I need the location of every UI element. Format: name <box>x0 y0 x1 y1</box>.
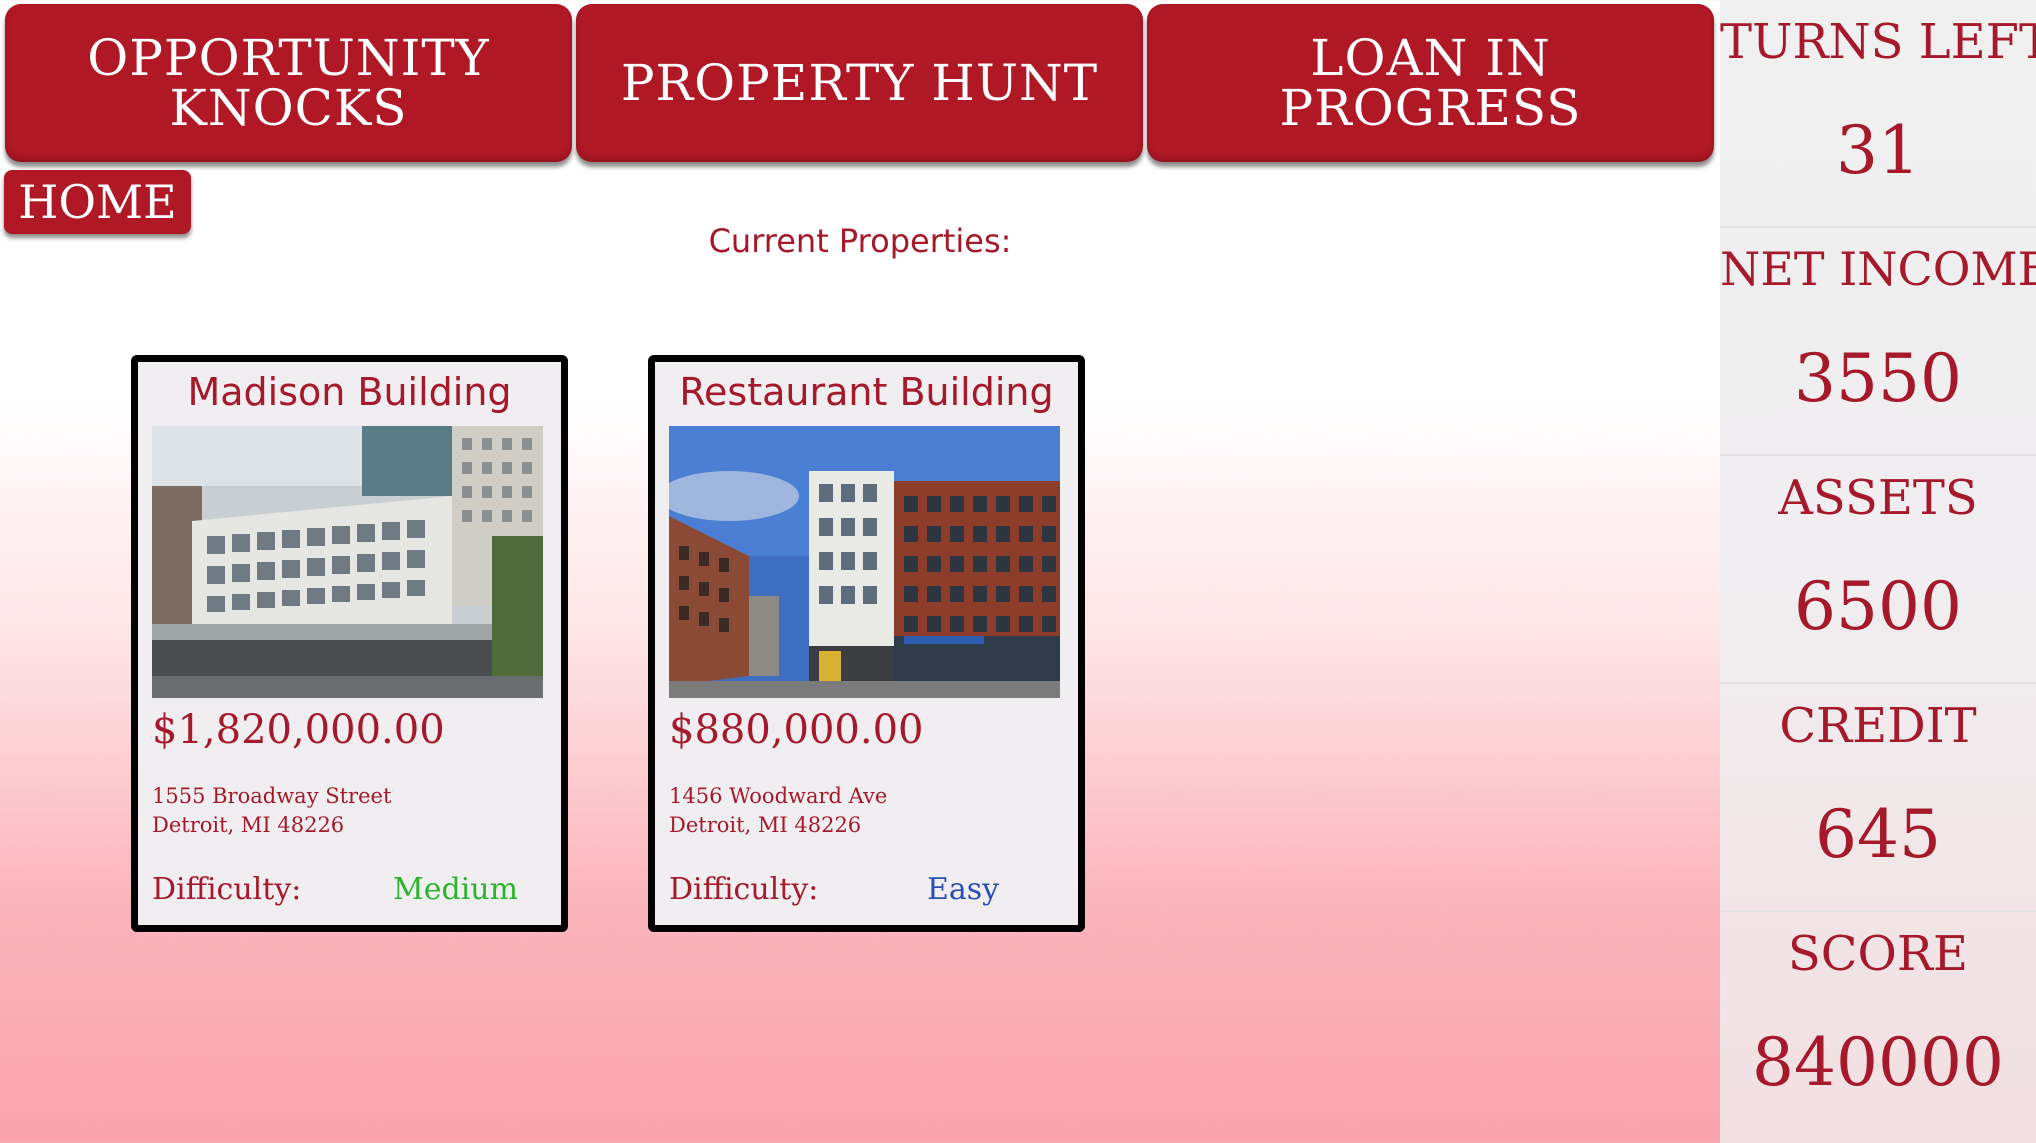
property-price: $880,000.00 <box>669 707 924 753</box>
stat-assets: ASSETS 6500 <box>1720 456 2036 684</box>
stat-score: SCORE 840000 <box>1720 912 2036 1140</box>
tab-loan-in-progress[interactable]: LOAN IN PROGRESS <box>1147 4 1714 162</box>
property-photo <box>669 426 1060 698</box>
stat-label: NET INCOME <box>1720 242 2036 296</box>
difficulty-label: Difficulty: <box>669 872 819 907</box>
tab-property-hunt-label: PROPERTY HUNT <box>620 54 1099 112</box>
tab-opportunity-knocks-label: OPPORTUNITY KNOCKS <box>87 29 490 137</box>
stat-credit: CREDIT 645 <box>1720 684 2036 912</box>
stat-value: 840000 <box>1752 1024 2004 1101</box>
home-button-label: HOME <box>18 175 177 229</box>
stat-label: TURNS LEFT <box>1720 14 2036 70</box>
property-name: Madison Building <box>187 370 512 414</box>
property-card[interactable]: Restaurant Building $880,000.00 1456 Woo… <box>648 355 1085 932</box>
property-address-line2: Detroit, MI 48226 <box>669 813 862 837</box>
property-address: 1555 Broadway Street Detroit, MI 48226 <box>152 782 391 840</box>
stat-turns-left: TURNS LEFT 31 <box>1720 0 2036 228</box>
stat-value: 6500 <box>1794 568 1962 645</box>
stat-value: 31 <box>1836 112 1920 189</box>
property-photo <box>152 426 543 698</box>
property-address: 1456 Woodward Ave Detroit, MI 48226 <box>669 782 887 840</box>
difficulty-value: Medium <box>393 872 519 907</box>
property-address-line1: 1456 Woodward Ave <box>669 784 888 808</box>
difficulty-value: Easy <box>927 872 1000 907</box>
property-card[interactable]: Madison Building $1,820,000.00 1555 Broa… <box>131 355 568 932</box>
stat-value: 645 <box>1815 796 1941 873</box>
stat-net-income: NET INCOME 3550 <box>1720 228 2036 456</box>
stats-panel: TURNS LEFT 31 NET INCOME 3550 ASSETS 650… <box>1720 0 2036 1143</box>
property-name: Restaurant Building <box>679 370 1054 414</box>
property-price: $1,820,000.00 <box>152 707 445 753</box>
property-address-line2: Detroit, MI 48226 <box>152 813 345 837</box>
section-title: Current Properties: <box>708 222 1012 260</box>
stat-label: SCORE <box>1787 926 1969 982</box>
tab-opportunity-knocks[interactable]: OPPORTUNITY KNOCKS <box>5 4 572 162</box>
difficulty-label: Difficulty: <box>152 872 302 907</box>
tab-loan-in-progress-label: LOAN IN PROGRESS <box>1279 29 1582 137</box>
stat-label: CREDIT <box>1779 698 1977 754</box>
property-address-line1: 1555 Broadway Street <box>152 784 392 808</box>
tab-property-hunt[interactable]: PROPERTY HUNT <box>576 4 1143 162</box>
stat-label: ASSETS <box>1778 470 1978 526</box>
stat-value: 3550 <box>1794 340 1962 417</box>
